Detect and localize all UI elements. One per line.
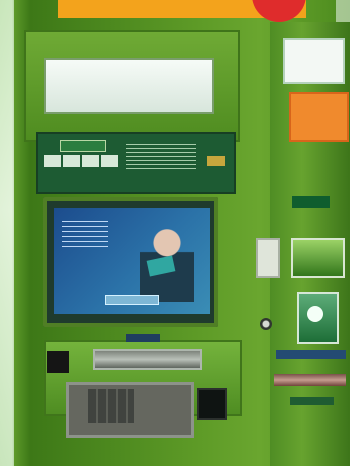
screen-text-block [62,221,108,249]
pin-pad-icon[interactable] [88,389,134,423]
atm-photo [0,0,350,466]
card-network-icons [44,155,118,167]
side-device-box[interactable] [256,238,280,278]
orange-sticker [289,92,349,142]
camera-icon [197,388,227,420]
printed-info-text [126,144,196,172]
screen-button[interactable] [105,295,159,305]
right-blue-bar [276,350,346,359]
small-side-badge [207,156,225,166]
card-network-icon [101,155,118,167]
card-network-icon [63,155,80,167]
right-deposit-slot[interactable] [274,374,346,386]
red-top-tab [252,0,306,22]
right-photo-window [291,238,345,278]
contactless-icon [307,306,323,322]
card-network-icon [82,155,99,167]
cash-slot-label [126,334,160,342]
card-network-icon [44,155,61,167]
top-right-label [283,38,345,84]
bolt-icon [260,318,272,330]
green-sign [292,196,330,208]
left-edge-reflection [0,0,14,466]
bank-logo-icon [60,140,106,152]
bottom-right-label [290,397,334,405]
cash-slot[interactable] [93,349,202,370]
receipt-slot[interactable] [47,351,69,373]
upper-display-window [44,58,214,114]
